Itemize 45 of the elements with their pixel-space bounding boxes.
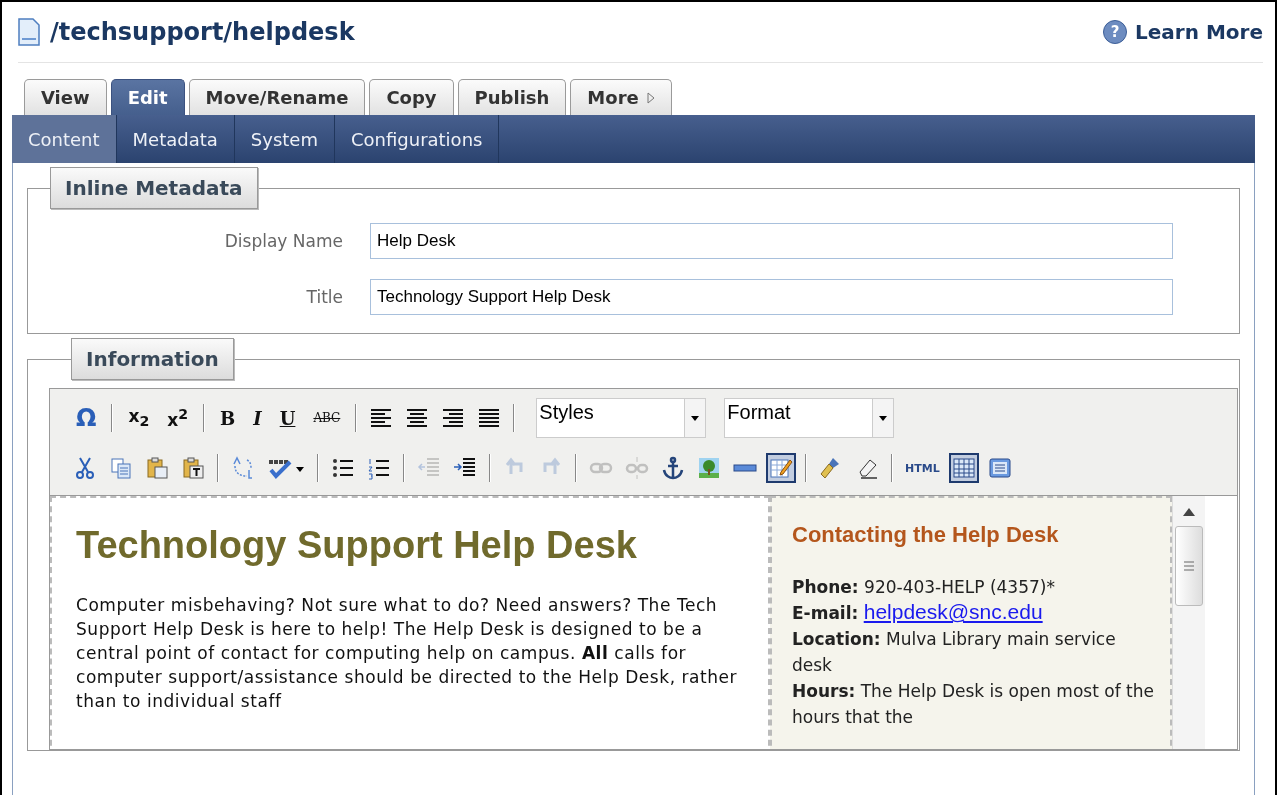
scrollbar[interactable] bbox=[1172, 496, 1205, 749]
dropdown[interactable]: Format bbox=[724, 398, 895, 438]
email-link[interactable]: helpdesk@snc.edu bbox=[863, 600, 1043, 623]
sub-tab[interactable]: Configurations bbox=[334, 115, 500, 163]
document-heading: Technology Support Help Desk bbox=[76, 524, 638, 567]
grip-icon bbox=[1183, 561, 1195, 571]
tab[interactable]: Copy bbox=[369, 79, 454, 115]
caret-icon bbox=[691, 415, 700, 421]
section-legend: Inline Metadata bbox=[50, 167, 258, 209]
edit-table-icon[interactable] bbox=[766, 453, 796, 483]
underline-button[interactable]: U bbox=[273, 404, 302, 432]
document-icon bbox=[18, 18, 40, 46]
tab[interactable]: Edit bbox=[110, 79, 185, 115]
sub-tab[interactable]: Metadata bbox=[116, 115, 235, 163]
sub-tab[interactable]: System bbox=[234, 115, 335, 163]
sup-button[interactable]: x$^{2}$ bbox=[161, 403, 195, 433]
strike-button[interactable]: ABC bbox=[307, 408, 347, 428]
contact-label: E-mail: bbox=[792, 603, 859, 623]
document-paragraph: Computer misbehaving? Not sure what to do? Need answers? The Tech Support Help Desk is here to help! The Help Desk is designed to be a central point of contact for computing help on campus. All calls for computer support/assistance should be directed to the Help Desk, rather than to individual staff bbox=[76, 594, 739, 713]
field-label: Title bbox=[305, 287, 343, 307]
contact-line: Hours: The Help Desk is open most of the hours that the bbox=[792, 680, 1154, 729]
learn-more-link[interactable]: ? Learn More bbox=[1103, 20, 1263, 44]
sub-button[interactable]: x$_{2}$ bbox=[122, 403, 156, 433]
section-legend: Information bbox=[71, 338, 234, 380]
table-icon[interactable] bbox=[948, 453, 979, 483]
dropdown[interactable]: Styles bbox=[536, 398, 707, 438]
caret-icon bbox=[879, 415, 888, 421]
omega-button[interactable]: Ω bbox=[70, 401, 103, 435]
tab[interactable]: Move/Rename bbox=[188, 79, 366, 115]
contact-line: Phone: 920-403-HELP (4357)* bbox=[792, 576, 1056, 599]
input-field[interactable]: Help Desk bbox=[370, 223, 1173, 259]
page-path-title: /techsupport/helpdesk bbox=[50, 18, 355, 46]
tab[interactable]: View bbox=[24, 79, 107, 115]
contact-heading: Contacting the Help Desk bbox=[792, 522, 1060, 548]
html-source-button[interactable]: HTML bbox=[902, 454, 943, 482]
field-label: Display Name bbox=[223, 231, 343, 251]
caret-icon bbox=[646, 91, 655, 104]
tab[interactable]: More bbox=[570, 79, 672, 115]
tab[interactable]: Publish bbox=[457, 79, 567, 115]
input-field[interactable]: Technology Support Help Desk bbox=[370, 279, 1173, 315]
italic-button[interactable]: I bbox=[247, 404, 268, 432]
bold-button[interactable]: B bbox=[214, 404, 242, 432]
contact-line: Location: Mulva Library main service desk bbox=[792, 628, 1117, 677]
sub-tab[interactable]: Content bbox=[12, 115, 117, 163]
scroll-up-arrow-icon[interactable] bbox=[1183, 508, 1195, 516]
